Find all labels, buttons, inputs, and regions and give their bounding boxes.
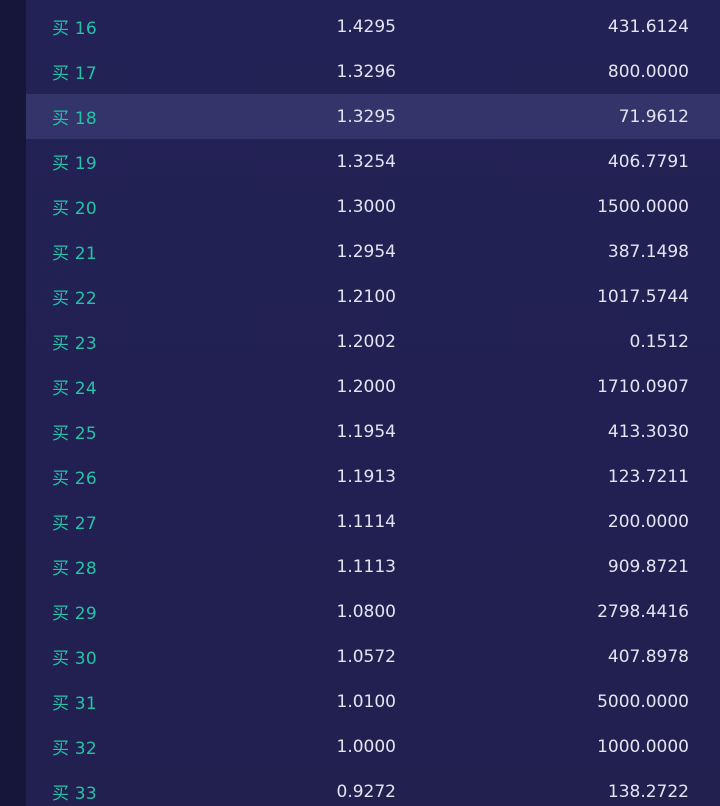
order-price: 1.2002 <box>336 331 396 352</box>
order-price: 1.2000 <box>336 376 396 397</box>
order-price: 1.3296 <box>336 61 396 82</box>
order-amount: 387.1498 <box>607 241 689 262</box>
order-row[interactable]: 买 17 1.3296 800.0000 <box>26 49 720 94</box>
order-row[interactable]: 买 19 1.3254 406.7791 <box>26 139 720 184</box>
order-price: 1.3254 <box>336 151 396 172</box>
order-price: 1.1954 <box>336 421 396 442</box>
order-row[interactable]: 买 21 1.2954 387.1498 <box>26 229 720 274</box>
order-amount: 1000.0000 <box>597 736 689 757</box>
order-row[interactable]: 买 30 1.0572 407.8978 <box>26 634 720 679</box>
order-row[interactable]: 买 23 1.2002 0.1512 <box>26 319 720 364</box>
order-price: 1.0100 <box>336 691 396 712</box>
order-level-label: 买 17 <box>52 64 97 84</box>
order-row-highlighted[interactable]: 买 18 1.3295 71.9612 <box>26 94 720 139</box>
order-price: 1.3000 <box>336 196 396 217</box>
order-price: 1.4295 <box>336 16 396 37</box>
orderbook-screen: 买 16 1.4295 431.6124 买 17 1.3296 800.000… <box>0 0 720 806</box>
order-level-label: 买 30 <box>52 649 97 669</box>
order-amount: 138.2722 <box>607 781 689 802</box>
order-price: 1.0572 <box>336 646 396 667</box>
order-amount: 1500.0000 <box>597 196 689 217</box>
order-row[interactable]: 买 22 1.2100 1017.5744 <box>26 274 720 319</box>
order-row[interactable]: 买 20 1.3000 1500.0000 <box>26 184 720 229</box>
order-row[interactable]: 买 27 1.1114 200.0000 <box>26 499 720 544</box>
buy-orders-list: 买 16 1.4295 431.6124 买 17 1.3296 800.000… <box>26 4 720 806</box>
order-amount: 909.8721 <box>607 556 689 577</box>
order-amount: 431.6124 <box>607 16 689 37</box>
order-level-label: 买 16 <box>52 19 97 39</box>
order-amount: 1710.0907 <box>597 376 689 397</box>
order-level-label: 买 31 <box>52 694 97 714</box>
order-amount: 413.3030 <box>607 421 689 442</box>
order-level-label: 买 18 <box>52 109 97 129</box>
order-price: 1.2100 <box>336 286 396 307</box>
order-level-label: 买 22 <box>52 289 97 309</box>
order-level-label: 买 20 <box>52 199 97 219</box>
order-level-label: 买 29 <box>52 604 97 624</box>
order-level-label: 买 32 <box>52 739 97 759</box>
order-price: 0.9272 <box>336 781 396 802</box>
order-price: 1.2954 <box>336 241 396 262</box>
order-level-label: 买 27 <box>52 514 97 534</box>
order-row[interactable]: 买 16 1.4295 431.6124 <box>26 4 720 49</box>
order-amount: 200.0000 <box>607 511 689 532</box>
order-level-label: 买 25 <box>52 424 97 444</box>
order-row[interactable]: 买 32 1.0000 1000.0000 <box>26 724 720 769</box>
order-amount: 406.7791 <box>607 151 689 172</box>
order-price: 1.1913 <box>336 466 396 487</box>
order-level-label: 买 21 <box>52 244 97 264</box>
order-row[interactable]: 买 28 1.1113 909.8721 <box>26 544 720 589</box>
order-price: 1.0000 <box>336 736 396 757</box>
order-level-label: 买 28 <box>52 559 97 579</box>
order-price: 1.0800 <box>336 601 396 622</box>
order-amount: 71.9612 <box>618 106 689 127</box>
order-row[interactable]: 买 26 1.1913 123.7211 <box>26 454 720 499</box>
order-level-label: 买 24 <box>52 379 97 399</box>
left-edge-strip <box>0 0 26 806</box>
order-amount: 800.0000 <box>607 61 689 82</box>
order-row[interactable]: 买 33 0.9272 138.2722 <box>26 769 720 806</box>
order-level-label: 买 19 <box>52 154 97 174</box>
order-level-label: 买 26 <box>52 469 97 489</box>
order-amount: 0.1512 <box>629 331 689 352</box>
order-row[interactable]: 买 31 1.0100 5000.0000 <box>26 679 720 724</box>
order-price: 1.3295 <box>336 106 396 127</box>
order-price: 1.1114 <box>336 511 396 532</box>
order-level-label: 买 23 <box>52 334 97 354</box>
order-amount: 407.8978 <box>607 646 689 667</box>
order-level-label: 买 33 <box>52 784 97 804</box>
order-amount: 1017.5744 <box>597 286 689 307</box>
order-amount: 2798.4416 <box>597 601 689 622</box>
order-amount: 5000.0000 <box>597 691 689 712</box>
order-amount: 123.7211 <box>607 466 689 487</box>
order-price: 1.1113 <box>336 556 396 577</box>
order-row[interactable]: 买 24 1.2000 1710.0907 <box>26 364 720 409</box>
order-row[interactable]: 买 25 1.1954 413.3030 <box>26 409 720 454</box>
order-row[interactable]: 买 29 1.0800 2798.4416 <box>26 589 720 634</box>
